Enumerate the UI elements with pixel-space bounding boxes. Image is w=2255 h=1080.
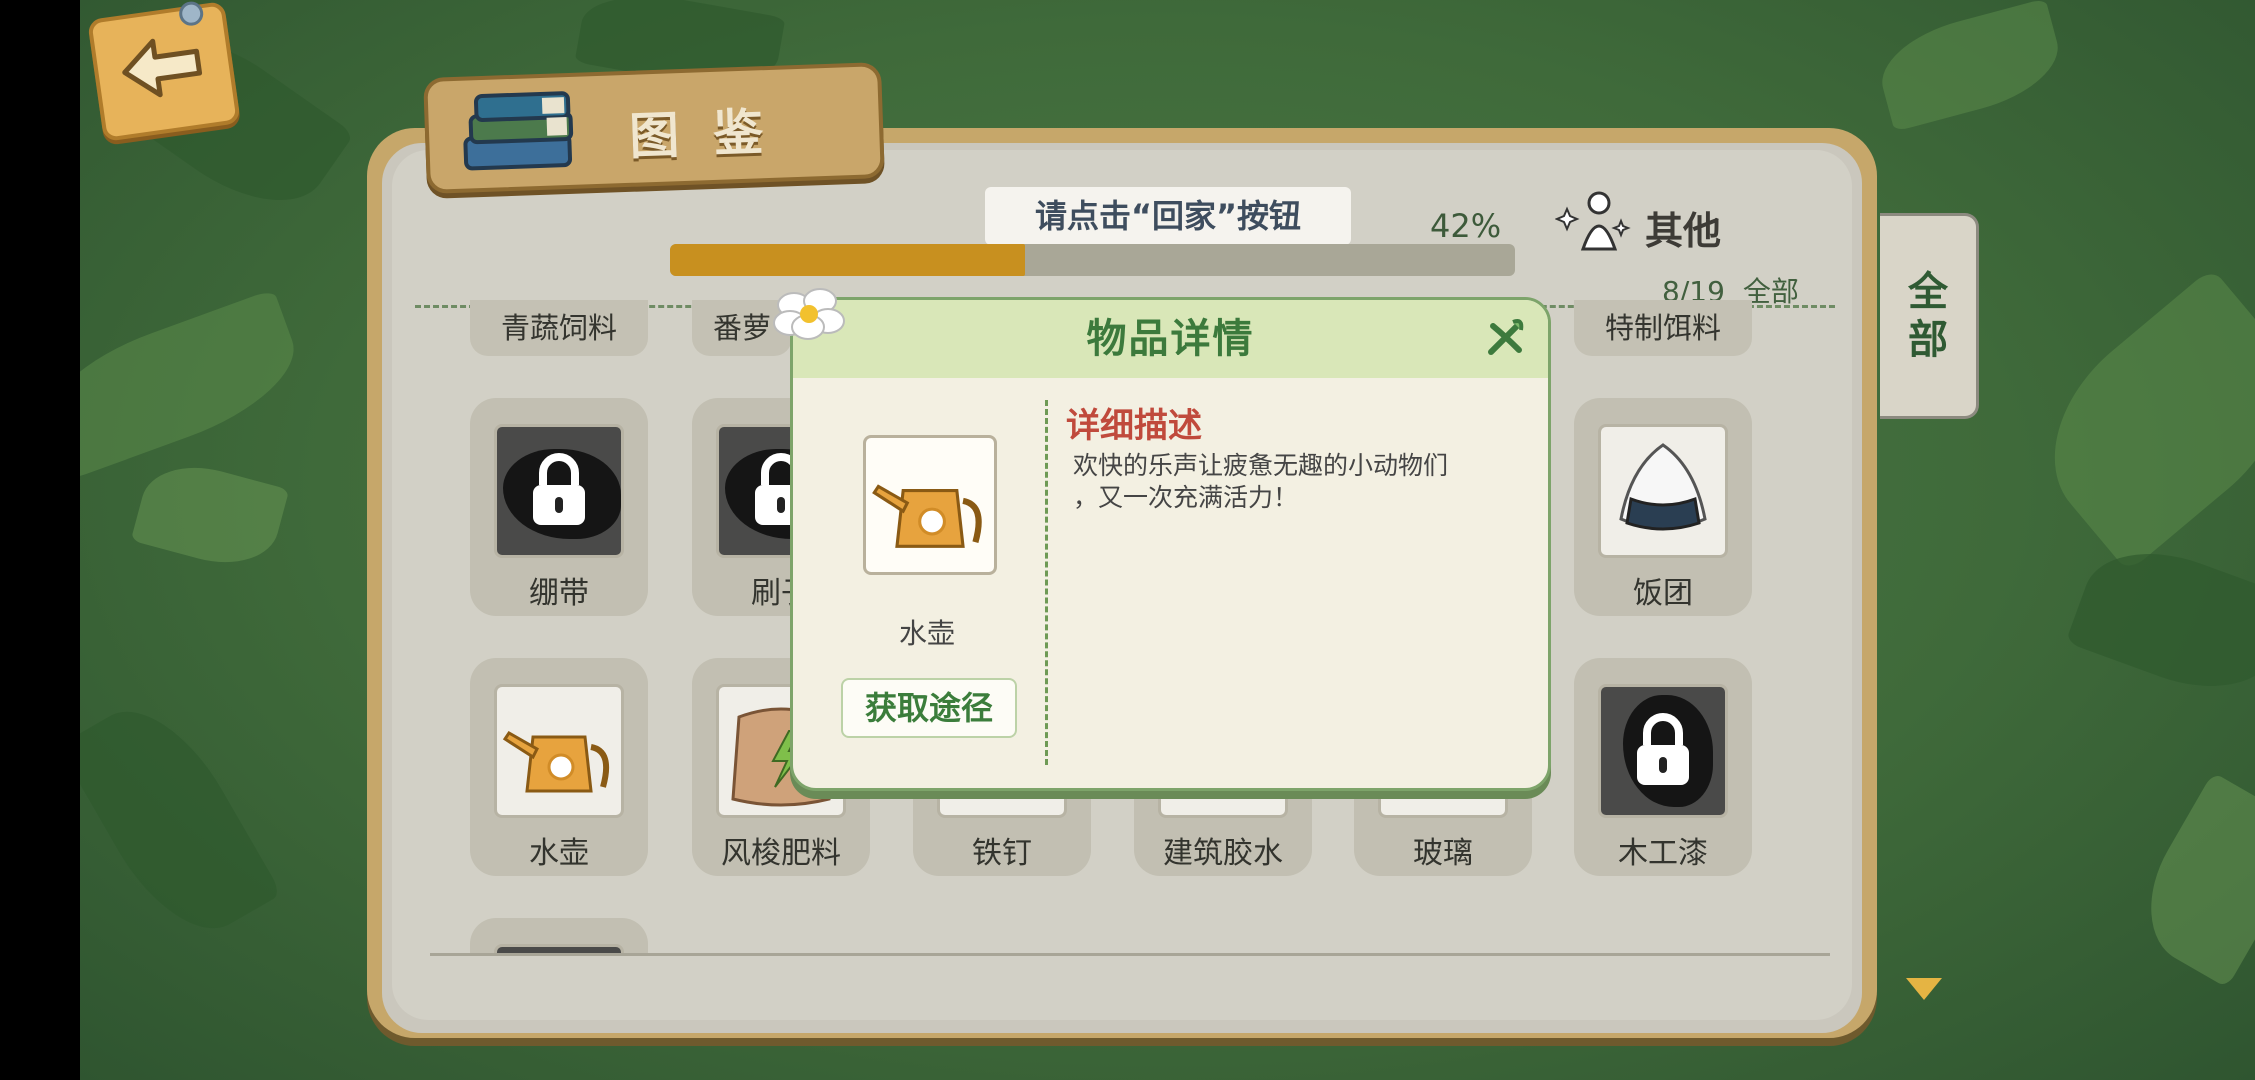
- item-label: 特制饵料: [1604, 311, 1721, 345]
- item-label: 番萝: [712, 311, 771, 345]
- lock-icon: [533, 453, 585, 525]
- item-thumbnail: [494, 684, 624, 818]
- item-name: 风梭肥料: [721, 836, 841, 871]
- description-line: 欢快的乐声让疲惫无趣的小动物们: [1073, 451, 1449, 480]
- hint-banner: 请点击“回家”按钮: [985, 187, 1351, 245]
- item-name: 木工漆: [1618, 836, 1708, 871]
- description-line: ，又一次充满活力！: [1073, 483, 1299, 512]
- dialog-title: 物品详情: [1086, 316, 1255, 362]
- watering-can-icon: [872, 484, 982, 548]
- category-label: 其他: [1645, 209, 1722, 253]
- back-button[interactable]: [87, 0, 241, 143]
- item-name: 玻璃: [1413, 836, 1473, 871]
- item-thumbnail: [494, 424, 624, 558]
- flower-icon: [773, 288, 845, 340]
- progress-fill: [670, 244, 1025, 276]
- lock-icon: [1637, 713, 1689, 785]
- description-text: 欢快的乐声让疲惫无趣的小动物们 ，又一次充满活力！: [1073, 450, 1503, 514]
- close-icon[interactable]: [1483, 316, 1527, 360]
- sparkle-doll-icon: [1555, 191, 1631, 251]
- item-name: 绷带: [529, 576, 589, 611]
- acquire-button[interactable]: 获取途径: [841, 678, 1017, 738]
- scroll-down-icon[interactable]: [1906, 978, 1942, 1000]
- title-plate: 图鉴: [423, 62, 885, 194]
- item-preview: [863, 435, 997, 575]
- item-name: 水壶: [529, 836, 589, 871]
- item-card[interactable]: 饭团: [1574, 398, 1752, 616]
- divider: [430, 953, 1830, 956]
- item-card[interactable]: [470, 918, 648, 953]
- back-arrow-icon: [122, 38, 203, 98]
- item-detail-dialog: 物品详情 水壶 获取途径 详细描述 欢快的乐声让疲惫无趣的小动物们 ，又一次充满…: [790, 297, 1551, 791]
- rice-ball-icon: [1619, 443, 1707, 531]
- tab-all-label: 全部: [1908, 269, 1948, 363]
- watering-can-icon: [502, 731, 609, 793]
- item-card[interactable]: 水壶: [470, 658, 648, 876]
- item-card[interactable]: 绷带: [470, 398, 648, 616]
- item-name: 铁钉: [972, 836, 1032, 871]
- list-item[interactable]: 青蔬饲料: [470, 300, 648, 356]
- item-thumbnail: [494, 944, 624, 953]
- description-title: 详细描述: [1066, 406, 1202, 446]
- item-name: 水壶: [898, 617, 955, 650]
- item-thumbnail: [1598, 424, 1728, 558]
- progress-percent: 42%: [1430, 207, 1502, 245]
- books-icon: [463, 91, 574, 171]
- pin-icon: [177, 0, 205, 28]
- divider: [1045, 400, 1048, 765]
- item-name: 饭团: [1633, 576, 1693, 611]
- item-card[interactable]: 木工漆: [1574, 658, 1752, 876]
- list-item[interactable]: 特制饵料: [1574, 300, 1752, 356]
- tab-all[interactable]: 全部: [1880, 213, 1979, 419]
- page-title: 图鉴: [628, 102, 799, 166]
- item-name: 建筑胶水: [1163, 836, 1283, 871]
- item-label: 青蔬饲料: [500, 311, 617, 345]
- item-thumbnail: [1598, 684, 1728, 818]
